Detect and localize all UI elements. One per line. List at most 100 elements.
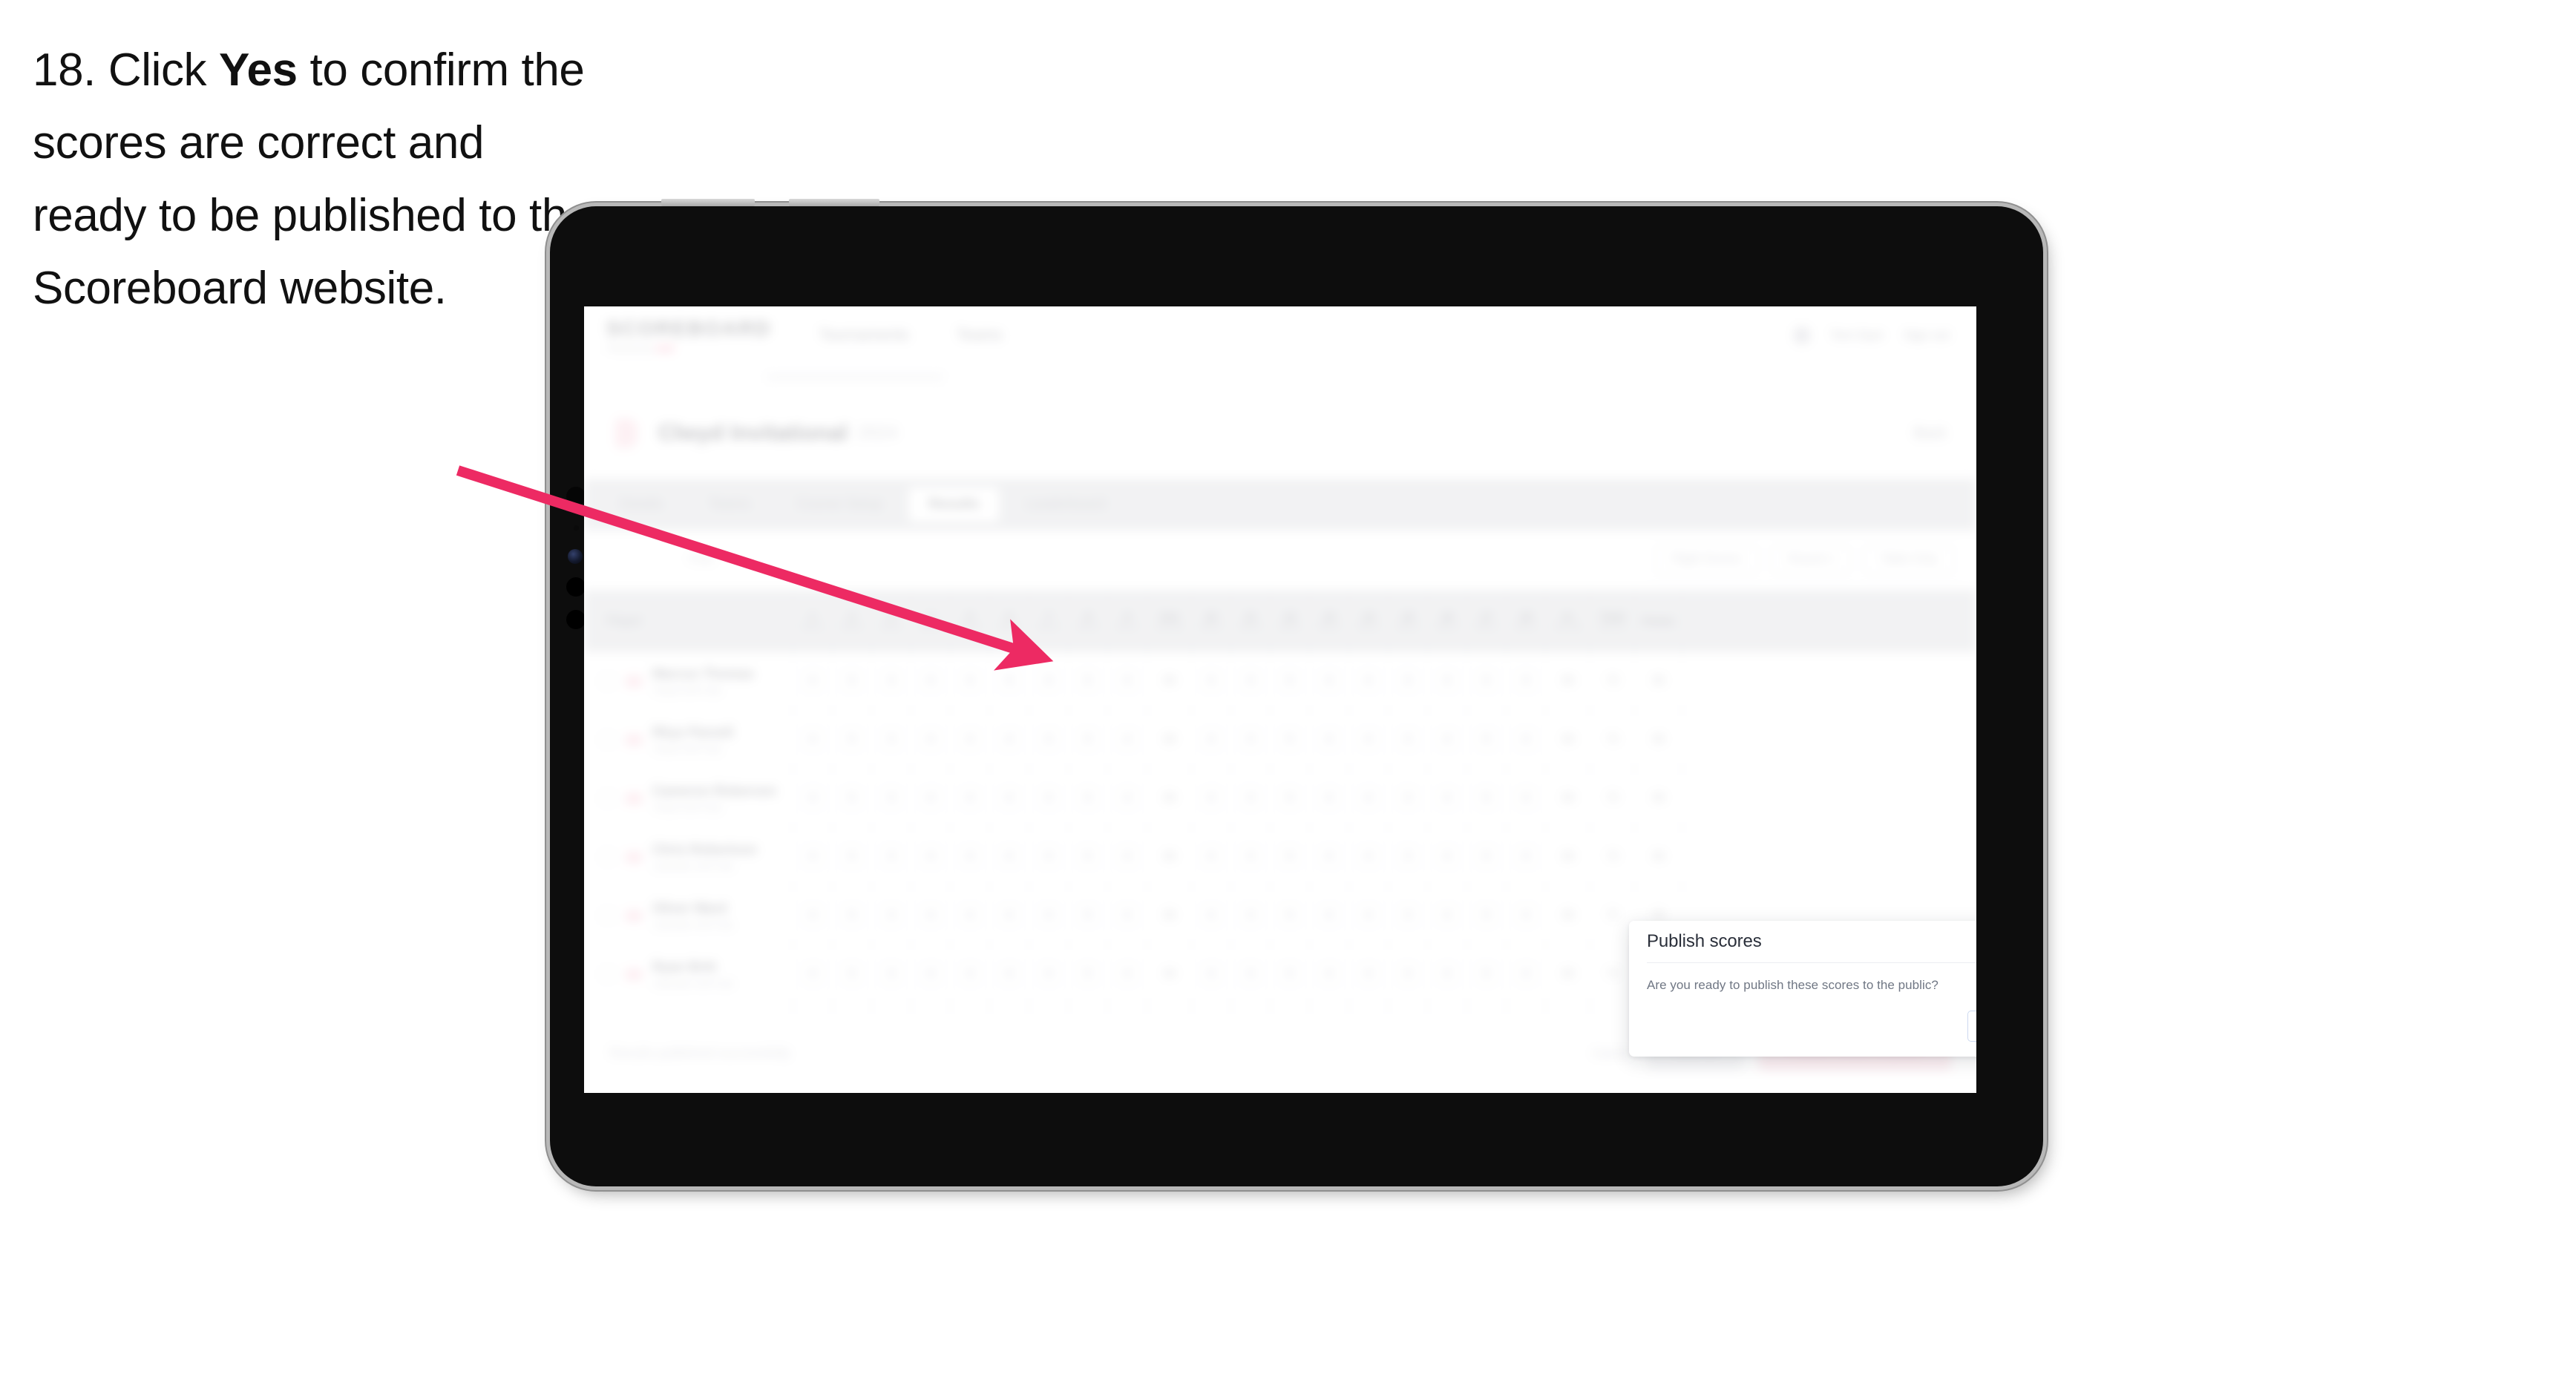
tab-leaderboard[interactable]: Leaderboard <box>1006 487 1125 522</box>
score-cell[interactable]: 3 <box>1029 769 1069 827</box>
score-input[interactable]: 4 <box>802 960 824 988</box>
score-input[interactable]: 3 <box>1239 960 1262 988</box>
row-checkbox[interactable] <box>600 674 615 689</box>
score-input[interactable]: 4 <box>959 726 981 754</box>
score-cell[interactable]: 3 <box>1389 711 1428 769</box>
score-cell[interactable]: 3 <box>1231 945 1271 1003</box>
score-cell[interactable]: 5 <box>1271 828 1310 886</box>
score-input[interactable]: 4 <box>1318 901 1340 930</box>
score-input[interactable]: 4 <box>920 843 942 871</box>
score-input[interactable]: 4 <box>1200 960 1222 988</box>
score-cell[interactable]: 4 <box>990 711 1029 769</box>
score-input[interactable]: 4 <box>1200 901 1222 930</box>
score-cell[interactable]: 4 <box>1192 828 1231 886</box>
score-cell[interactable]: 4 <box>1428 711 1467 769</box>
score-input[interactable]: 3 <box>880 901 902 930</box>
brand-logo[interactable]: SCOREBOARD Powered by Golf <box>606 317 771 354</box>
score-input[interactable]: 4 <box>1116 726 1138 754</box>
score-input[interactable]: 4 <box>1515 667 1537 695</box>
score-input[interactable]: 3 <box>880 960 902 988</box>
score-input[interactable]: 5 <box>1475 901 1498 930</box>
score-input[interactable]: 4 <box>959 843 981 871</box>
score-cell[interactable]: 3 <box>1389 769 1428 827</box>
score-input[interactable]: 3 <box>1038 784 1060 812</box>
score-cell[interactable]: 4 <box>911 652 951 710</box>
score-input[interactable]: 4 <box>802 901 824 930</box>
score-input[interactable]: 4 <box>1318 843 1340 871</box>
score-cell[interactable]: 3 <box>1231 711 1271 769</box>
score-input[interactable]: 4 <box>1436 784 1458 812</box>
score-input[interactable]: 4 <box>920 784 942 812</box>
score-cell[interactable]: 4 <box>1349 652 1389 710</box>
score-input[interactable]: 4 <box>1200 726 1222 754</box>
score-cell[interactable]: 4 <box>1349 945 1389 1003</box>
score-input[interactable]: 4 <box>1116 667 1138 695</box>
score-input[interactable]: 4 <box>1515 960 1537 988</box>
score-cell[interactable]: 4 <box>1192 711 1231 769</box>
score-cell[interactable]: 3 <box>872 652 911 710</box>
score-cell[interactable]: 4 <box>911 828 951 886</box>
score-input[interactable]: 4 <box>1318 726 1340 754</box>
score-cell[interactable]: 4 <box>951 769 990 827</box>
score-input[interactable]: 5 <box>1077 901 1099 930</box>
score-input[interactable]: 4 <box>1436 726 1458 754</box>
score-cell[interactable]: 4 <box>1108 887 1147 945</box>
score-cell[interactable]: 4 <box>990 769 1029 827</box>
score-input[interactable]: 3 <box>1239 726 1262 754</box>
score-cell[interactable]: 4 <box>1349 711 1389 769</box>
score-cell[interactable]: 4 <box>1108 652 1147 710</box>
score-input[interactable]: 4 <box>998 667 1020 695</box>
score-cell[interactable]: 4 <box>990 828 1029 886</box>
score-cell[interactable]: 4 <box>1310 652 1349 710</box>
score-cell[interactable]: 3 <box>1029 945 1069 1003</box>
score-input[interactable]: 4 <box>959 784 981 812</box>
score-input[interactable]: 4 <box>959 901 981 930</box>
score-cell[interactable]: 4 <box>793 711 833 769</box>
score-cell[interactable]: 3 <box>1389 652 1428 710</box>
score-input[interactable]: 3 <box>1239 784 1262 812</box>
score-input[interactable]: 5 <box>1077 960 1099 988</box>
score-input[interactable]: 4 <box>802 667 824 695</box>
nav-link-tournaments[interactable]: Tournaments <box>819 326 908 344</box>
table-row[interactable]: Rhys Parnell Clwyd Golf Club 4 5 3 4 4 4 3 5 4 36 4 3… <box>584 711 1976 769</box>
score-input[interactable]: 3 <box>1397 960 1419 988</box>
score-input[interactable]: 5 <box>1475 667 1498 695</box>
score-input[interactable]: 4 <box>1357 843 1380 871</box>
score-input[interactable]: 5 <box>1279 667 1301 695</box>
score-input[interactable]: 4 <box>1200 784 1222 812</box>
score-cell[interactable]: 4 <box>1507 652 1546 710</box>
score-input[interactable]: 4 <box>1436 960 1458 988</box>
score-input[interactable]: 5 <box>1077 667 1099 695</box>
score-cell[interactable]: 5 <box>1069 887 1108 945</box>
score-cell[interactable]: 4 <box>951 945 990 1003</box>
score-cell[interactable]: 5 <box>1069 945 1108 1003</box>
score-input[interactable]: 4 <box>1436 843 1458 871</box>
filter-pill[interactable]: Table Only <box>1864 545 1954 574</box>
score-cell[interactable]: 4 <box>1428 769 1467 827</box>
score-cell[interactable]: 4 <box>1108 769 1147 827</box>
score-cell[interactable]: 3 <box>872 828 911 886</box>
score-input[interactable]: 5 <box>1279 843 1301 871</box>
score-input[interactable]: 3 <box>1038 901 1060 930</box>
score-cell[interactable]: 4 <box>1108 945 1147 1003</box>
score-cell[interactable]: 4 <box>951 652 990 710</box>
score-cell[interactable]: 3 <box>1389 828 1428 886</box>
score-input[interactable]: 5 <box>841 843 863 871</box>
nav-signout-link[interactable]: Sign out <box>1904 328 1950 343</box>
score-cell[interactable]: 5 <box>1271 945 1310 1003</box>
score-input[interactable]: 4 <box>1515 901 1537 930</box>
table-row[interactable]: Chris Robertson Lakeside Golf Club 4 5 3 4 4 4 3… <box>584 828 1976 887</box>
score-input[interactable]: 3 <box>1239 901 1262 930</box>
score-input[interactable]: 3 <box>1397 901 1419 930</box>
score-input[interactable]: 4 <box>1116 960 1138 988</box>
score-input[interactable]: 4 <box>1200 843 1222 871</box>
score-cell[interactable]: 4 <box>1310 887 1349 945</box>
score-input[interactable]: 3 <box>1397 667 1419 695</box>
score-input[interactable]: 4 <box>998 843 1020 871</box>
score-cell[interactable]: 5 <box>833 711 872 769</box>
table-row[interactable]: Cameron Roberson Clwyd Golf Club 4 5 3 4 4 4 3 5 4… <box>584 769 1976 828</box>
score-input[interactable]: 4 <box>1200 667 1222 695</box>
score-cell[interactable]: 5 <box>1069 828 1108 886</box>
nav-link-teams[interactable]: Teams <box>957 326 1003 344</box>
score-cell[interactable]: 5 <box>1467 652 1507 710</box>
